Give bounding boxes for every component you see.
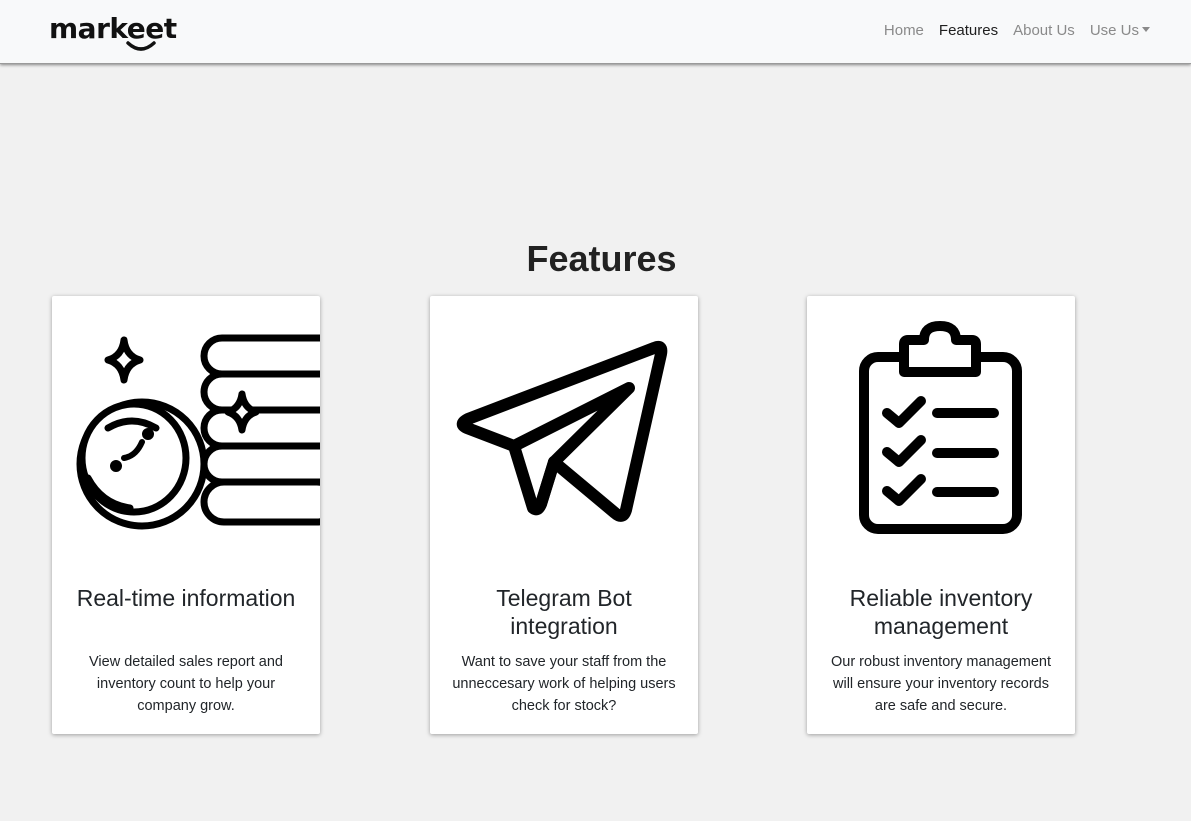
features-heading: Features <box>526 238 677 279</box>
nav-use-us-dropdown[interactable]: Use Us <box>1090 22 1150 39</box>
feature-card-realtime: Real-time information View detailed sale… <box>52 296 320 734</box>
card-title: Telegram Bot integration <box>496 585 632 639</box>
smile-logo-icon <box>126 41 156 51</box>
nav-home-link[interactable]: Home <box>884 22 924 39</box>
nav-about-link[interactable]: About Us <box>1013 22 1075 39</box>
brand-logo[interactable]: markeet <box>49 12 177 45</box>
card-text: Want to save your staff from the unnecce… <box>452 654 676 714</box>
paper-plane-icon <box>456 340 668 522</box>
nav-features-link[interactable]: Features <box>939 22 998 39</box>
card-text: View detailed sales report and inventory… <box>89 654 283 714</box>
nav-links: Home Features About Us Use Us <box>884 22 1150 39</box>
card-text: Our robust inventory management will ens… <box>830 654 1052 714</box>
caret-down-icon <box>1142 27 1150 32</box>
nav-use-us-label: Use Us <box>1089 22 1139 39</box>
feature-card-telegram: Telegram Bot integration Want to save yo… <box>430 296 698 734</box>
feature-card-inventory: Reliable inventory management Our robust… <box>807 296 1075 734</box>
card-title: Real-time information <box>76 585 296 611</box>
clipboard-checklist-icon <box>859 321 1022 534</box>
navbar: markeet Home Features About Us Use Us <box>0 0 1191 64</box>
card-title: Reliable inventory management <box>849 585 1033 639</box>
coins-stack-icon <box>76 334 320 530</box>
